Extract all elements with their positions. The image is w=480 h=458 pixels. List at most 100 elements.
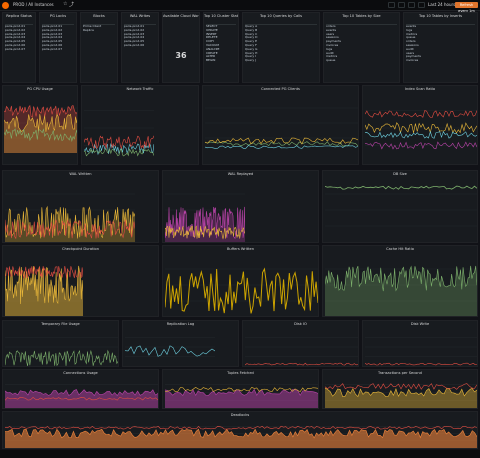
row-label: paris-prod-05 bbox=[5, 40, 26, 44]
table-row: invoices bbox=[406, 59, 475, 63]
grafana-logo-icon[interactable] bbox=[2, 2, 9, 9]
disk-io-panel: Disk IO bbox=[242, 320, 359, 367]
tv-mode-button[interactable] bbox=[418, 2, 425, 8]
star-icon[interactable]: ☆ bbox=[63, 1, 67, 7]
row-label: ANALYZE bbox=[206, 47, 220, 51]
deadlocks-graph[interactable] bbox=[5, 419, 477, 448]
row-label: paris-prod-03 bbox=[5, 32, 26, 36]
disk-write-graph[interactable] bbox=[365, 328, 477, 366]
panel-title: PG Locks bbox=[49, 14, 67, 18]
panel-title: Top 10 Cluster Statements bbox=[204, 14, 238, 18]
disk-write-panel: Disk Write bbox=[362, 320, 478, 367]
settings-button[interactable] bbox=[408, 2, 415, 8]
wal-replayed-panel: WAL Replayed bbox=[162, 170, 319, 243]
tuples-graph[interactable] bbox=[165, 377, 318, 408]
connections-graph[interactable] bbox=[5, 377, 158, 408]
table-row: Query J bbox=[245, 59, 317, 63]
table-row: BEGIN bbox=[206, 59, 236, 63]
time-range-picker[interactable]: Last 24 hours bbox=[428, 2, 455, 7]
replica-status-panel: Replica Status paris-prod-01 paris-prod-… bbox=[2, 12, 36, 83]
panel-title: Replication Lag bbox=[166, 322, 195, 326]
row-label: audit bbox=[406, 47, 414, 51]
row-label: events bbox=[406, 25, 417, 28]
replication-graph[interactable] bbox=[125, 328, 215, 366]
series-line bbox=[245, 362, 358, 366]
row-label: Query A bbox=[245, 25, 258, 28]
wal-writes-panel: WAL Writes paris-prod-01 paris-prod-02 p… bbox=[121, 12, 159, 83]
row-label: paris-prod-02 bbox=[42, 28, 63, 32]
add-panel-button[interactable] bbox=[388, 2, 395, 8]
panel-title: Top 10 Tables by Inserts bbox=[419, 14, 462, 18]
row-label: Query D bbox=[245, 36, 258, 40]
panel-title: Checkpoint Duration bbox=[62, 247, 99, 251]
row-label: UPDATE bbox=[206, 28, 218, 32]
panel-title: Connected PG Clients bbox=[261, 87, 300, 91]
temp-file-graph[interactable] bbox=[5, 328, 118, 366]
network-graph[interactable] bbox=[84, 93, 154, 163]
table-row: paris-prod-06 bbox=[124, 44, 156, 48]
row-label: Query E bbox=[245, 40, 257, 44]
cache-hit-ratio-panel: Cache Hit Ratio bbox=[322, 245, 478, 317]
row-label: SELECT bbox=[206, 25, 218, 28]
series-line bbox=[5, 425, 477, 430]
row-label: metrics bbox=[406, 32, 418, 36]
save-button[interactable] bbox=[398, 2, 405, 8]
row-label: DELETE bbox=[206, 36, 218, 40]
panel-title: Top 10 Queries by Calls bbox=[259, 14, 303, 18]
row-label: COPY bbox=[206, 40, 215, 44]
row-label: paris-prod-01 bbox=[5, 25, 26, 28]
checkpoint-graph[interactable] bbox=[5, 253, 83, 317]
wal-replayed-graph[interactable] bbox=[165, 178, 245, 242]
share-icon[interactable]: ⤴ bbox=[69, 1, 74, 8]
cpu-graph[interactable] bbox=[4, 93, 78, 153]
db-size-graph[interactable] bbox=[325, 178, 477, 242]
index-scan-graph[interactable] bbox=[365, 93, 477, 163]
wal-written-graph[interactable] bbox=[5, 178, 135, 242]
row-label: users bbox=[406, 51, 415, 55]
buffers-graph[interactable] bbox=[165, 253, 318, 317]
series-line bbox=[205, 145, 358, 149]
tps-graph[interactable] bbox=[325, 377, 477, 408]
panel-title: WAL Replayed bbox=[227, 172, 254, 176]
row-label: INSERT bbox=[206, 32, 217, 36]
row-label: paris-prod-07 bbox=[42, 47, 63, 51]
temp-file-usage-panel: Temporary File Usage bbox=[2, 320, 119, 367]
panel-title: Buffers Written bbox=[226, 247, 255, 251]
row-label: queue bbox=[326, 59, 336, 63]
row-label: Query I bbox=[245, 55, 256, 59]
series-line bbox=[205, 137, 358, 145]
row-label: Replica bbox=[83, 28, 94, 32]
series-line bbox=[365, 362, 477, 366]
panel-title: Replica Status bbox=[6, 14, 32, 18]
row-label: logs bbox=[406, 28, 413, 32]
row-label: Query C bbox=[245, 32, 258, 36]
panel-title: Network Traffic bbox=[126, 87, 154, 91]
pg-locks-panel: PG Locks paris-prod-01 paris-prod-02 par… bbox=[39, 12, 77, 83]
index-scan-ratio-panel: Index Scan Ratio bbox=[362, 85, 478, 165]
top-navbar: PROD / All Instances ☆ ⤴ Last 24 hours R… bbox=[0, 0, 480, 13]
disk-io-graph[interactable] bbox=[245, 328, 358, 366]
refresh-button[interactable]: Refresh every 1m bbox=[455, 2, 478, 13]
panel-title: Available Cloud Workers bbox=[163, 14, 199, 18]
row-label: BEGIN bbox=[206, 59, 216, 63]
row-label: Query J bbox=[245, 59, 256, 63]
top-queries-panel: Top 10 Queries by Calls Query A Query B Qu… bbox=[242, 12, 320, 83]
panel-title: Transactions per Second bbox=[378, 371, 422, 375]
panel-title: Disk Write bbox=[410, 322, 430, 326]
series-line bbox=[365, 110, 477, 118]
row-label: paris-prod-06 bbox=[5, 43, 26, 47]
top-tables-size-panel: Top 10 Tables by Size orders events users s… bbox=[323, 12, 400, 83]
row-label: audit bbox=[326, 51, 334, 55]
panel-title: Connections Usage bbox=[63, 371, 98, 375]
cache-hit-graph[interactable] bbox=[325, 253, 477, 317]
table-row: Replica bbox=[83, 29, 115, 33]
table-row: paris-prod-07 bbox=[42, 48, 74, 52]
panel-title: WAL Written bbox=[69, 172, 92, 176]
panel-title: Cache Hit Ratio bbox=[386, 247, 414, 251]
replication-lag-panel: Replication Lag bbox=[122, 320, 239, 367]
series-line bbox=[165, 267, 318, 314]
clients-graph[interactable] bbox=[205, 93, 358, 153]
panel-title: Disk IO bbox=[294, 322, 307, 326]
series-line bbox=[325, 383, 477, 390]
dashboard-title[interactable]: PROD / All Instances bbox=[13, 2, 54, 7]
